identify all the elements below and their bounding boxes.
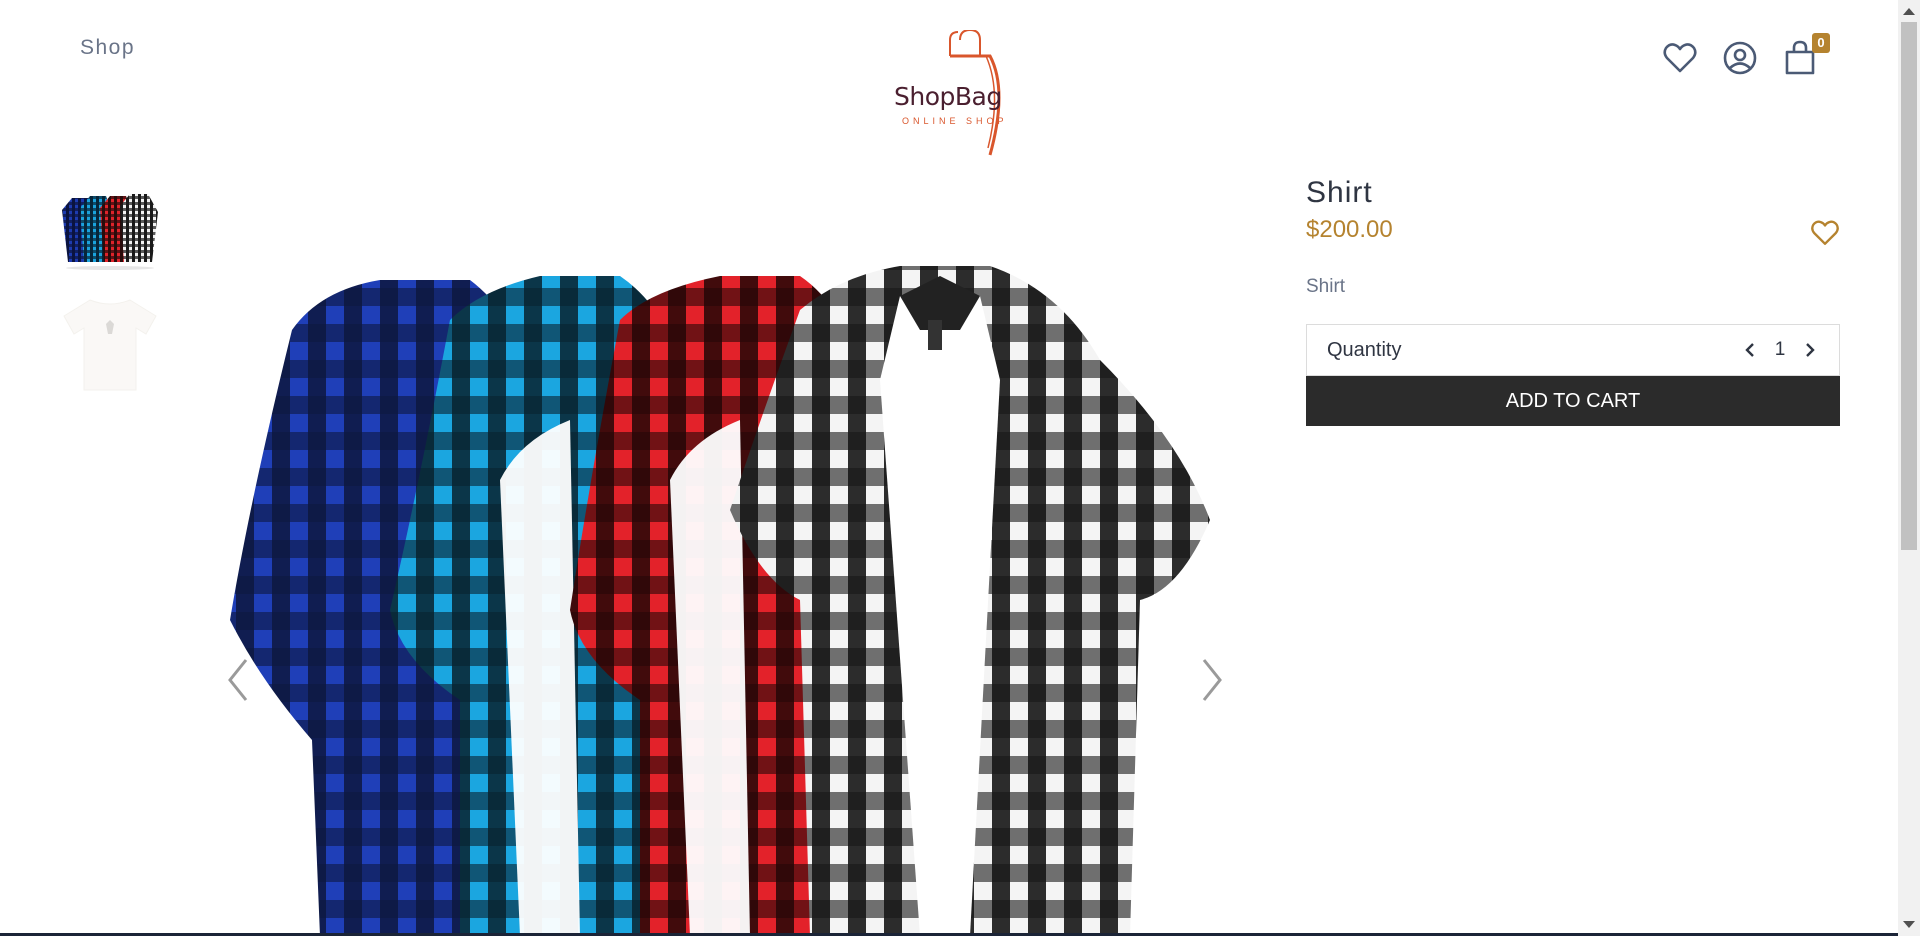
account-button[interactable] <box>1722 40 1758 76</box>
product-title: Shirt <box>1306 176 1373 209</box>
product-description: Shirt <box>1306 276 1346 297</box>
gallery-prev-button[interactable] <box>218 650 258 710</box>
quantity-increase-button[interactable] <box>1801 341 1819 359</box>
quantity-label: Quantity <box>1327 338 1402 361</box>
logo-tagline: ONLINE SHOP <box>902 116 1008 126</box>
thumbnail-white-tshirt[interactable] <box>60 294 160 394</box>
scroll-up-arrow-icon[interactable] <box>1903 8 1915 15</box>
chevron-right-icon <box>1806 343 1815 357</box>
product-image-gallery <box>200 180 1250 936</box>
gallery-next-button[interactable] <box>1192 650 1232 710</box>
chevron-left-icon <box>1745 343 1754 357</box>
page-scrollbar[interactable] <box>1898 0 1920 936</box>
add-to-cart-button[interactable]: ADD TO CART <box>1306 376 1840 426</box>
cart-button[interactable]: 0 <box>1782 33 1830 76</box>
shopbag-logo[interactable]: ShopBag ONLINE SHOP <box>890 30 1030 158</box>
chevron-left-icon <box>228 659 248 701</box>
product-price: $200.00 <box>1306 216 1393 243</box>
price-row: $200.00 <box>1306 216 1840 250</box>
tshirt-thumbnail-image <box>63 299 157 391</box>
quantity-selector: Quantity 1 <box>1306 324 1840 376</box>
chevron-right-icon <box>1202 659 1222 701</box>
header-icons: 0 <box>1662 33 1830 76</box>
heart-icon <box>1663 43 1697 73</box>
shirt-thumbnail-image <box>62 194 158 270</box>
add-to-wishlist-button[interactable] <box>1810 218 1840 248</box>
cart-count-badge: 0 <box>1812 33 1830 53</box>
user-icon <box>1723 41 1757 75</box>
logo-name: ShopBag <box>894 82 1002 111</box>
heart-icon <box>1811 220 1839 245</box>
quantity-value: 1 <box>1774 339 1786 360</box>
wishlist-button[interactable] <box>1662 40 1698 76</box>
thumbnail-list <box>60 180 160 408</box>
quantity-decrease-button[interactable] <box>1741 341 1759 359</box>
product-main-image <box>230 266 1210 936</box>
nav-shop-link[interactable]: Shop <box>80 36 135 60</box>
site-header: Shop ShopBag ONLINE SHOP 0 <box>0 0 1898 160</box>
quantity-stepper: 1 <box>1741 339 1819 361</box>
product-details: Shirt $200.00 Shirt Quantity 1 ADD TO CA… <box>1306 176 1840 426</box>
scrollbar-thumb[interactable] <box>1901 22 1917 550</box>
thumbnail-plaid-shirts[interactable] <box>60 180 160 280</box>
scroll-down-arrow-icon[interactable] <box>1903 921 1915 928</box>
